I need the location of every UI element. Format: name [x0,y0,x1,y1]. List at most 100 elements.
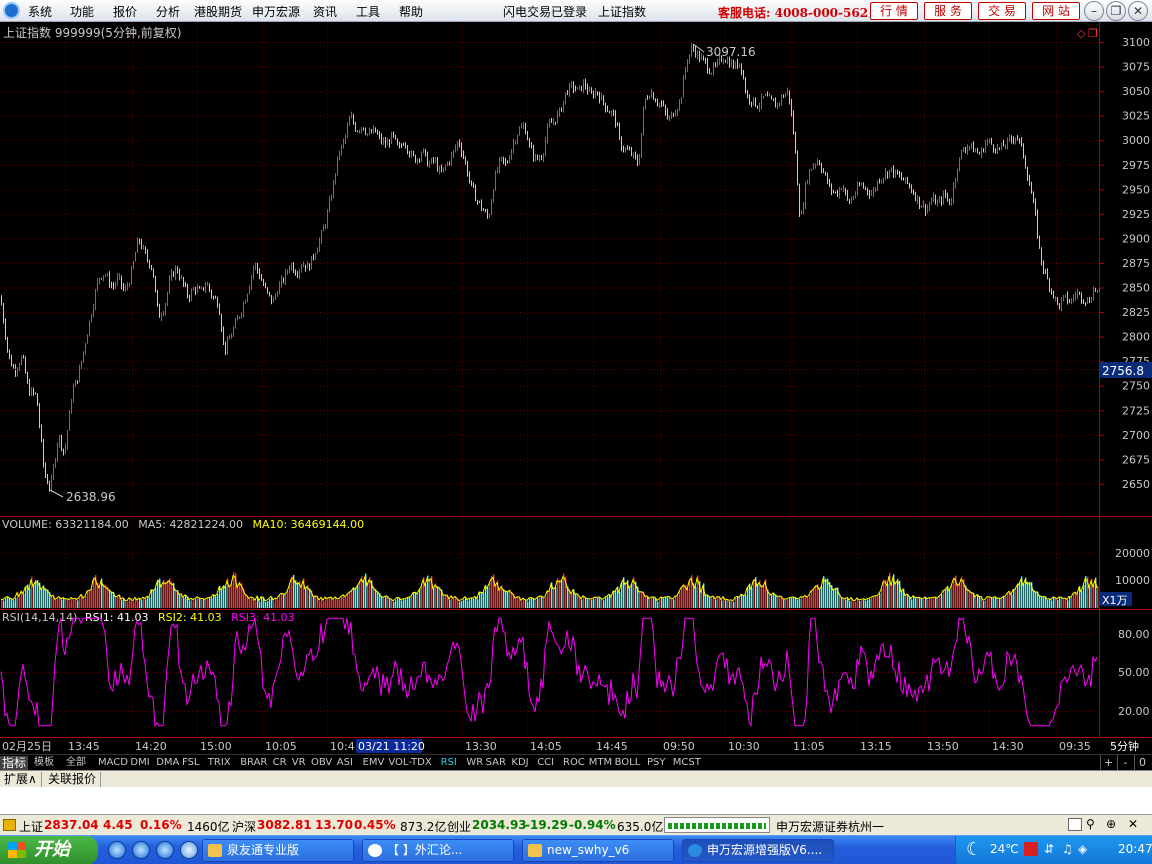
menu-item-news[interactable]: 资讯 [313,3,337,20]
menu-item-function[interactable]: 功能 [70,3,94,20]
high-price-label: 3097.16 [706,45,756,59]
indicator-tab-全部[interactable]: 全部 [64,756,88,770]
broker-name: 申万宏源证券杭州一 [776,820,885,834]
volume-bar [553,587,555,608]
indicator-tab-模板[interactable]: 模板 [32,756,56,770]
price-axis-label: 2800 [1122,331,1150,344]
volume-icon[interactable]: ♫ [1062,842,1073,856]
close-button[interactable]: ✕ [1128,1,1148,21]
window-icon[interactable]: ❐ [1088,27,1098,40]
zoom-out-button[interactable]: - [1117,755,1133,770]
volume-bar [1019,582,1021,608]
menu-item-help[interactable]: 帮助 [399,3,423,20]
indicator-tab-vr[interactable]: VR [290,756,308,770]
indicator-tab-cci[interactable]: CCI [535,756,556,770]
show-desktop-icon[interactable] [180,841,198,859]
indicator-tab-vol-tdx[interactable]: VOL-TDX [386,756,433,770]
tab-website[interactable]: 网 站 [1032,2,1080,20]
task-quanyoutong[interactable]: 泉友通专业版 [202,839,354,862]
volume-bar [807,597,809,608]
indicator-tab-dma[interactable]: DMA [154,756,181,770]
period-label[interactable]: 5分钟 [1110,739,1139,753]
tab-quotes[interactable]: 行 情 [870,2,918,20]
volume-bar [867,599,869,608]
volume-bar [459,601,461,608]
indicator-tab-macd[interactable]: MACD [96,756,130,770]
indicator-tab-trix[interactable]: TRIX [206,756,233,770]
tab-service[interactable]: 服 务 [924,2,972,20]
volume-bar [489,581,491,608]
close-status-icon[interactable]: ✕ [1128,817,1138,831]
indicator-tab-obv[interactable]: OBV [309,756,334,770]
volume-bar [549,590,551,608]
ie-icon-2[interactable] [132,841,150,859]
reset-button[interactable]: 0 [1134,755,1150,770]
volume-bar [5,598,7,608]
antenna-icon[interactable]: ⚲ [1086,817,1095,831]
menu-item-analysis[interactable]: 分析 [156,3,180,20]
connection-meter [664,817,770,833]
zoom-in-button[interactable]: + [1100,755,1116,770]
indicator-tab-psy[interactable]: PSY [645,756,668,770]
volume-bar [353,587,355,608]
antivirus-icon[interactable] [1024,842,1038,856]
indicator-tab-wr[interactable]: WR [464,756,485,770]
panel-toggle-icon[interactable] [1068,818,1082,831]
tab-related-quotes[interactable]: 关联报价 [44,772,102,787]
hs-price[interactable]: 3082.81 [257,818,312,832]
volume-bar [997,599,999,608]
volume-bar [721,600,723,608]
tab-trade[interactable]: 交 易 [978,2,1026,20]
sh-price[interactable]: 2837.04 [44,818,99,832]
browser-icon[interactable] [156,841,174,859]
indicator-tab-sar[interactable]: SAR [484,756,508,770]
pin-icon[interactable]: ⊕ [1106,817,1116,831]
indicator-tab-mtm[interactable]: MTM [587,756,614,770]
indicator-tab-asi[interactable]: ASI [335,756,355,770]
network-icon[interactable]: ⇵ [1044,842,1054,856]
menu-item-tools[interactable]: 工具 [356,3,380,20]
task-swhy-enhanced[interactable]: 申万宏源增强版V6.... [682,839,834,862]
volume-bar [511,592,513,608]
hs-pct: 0.45% [354,818,396,832]
indicator-tab-指标[interactable]: 指标 [0,756,29,770]
volume-bar [1007,593,1009,608]
indicator-tab-brar[interactable]: BRAR [238,756,269,770]
volume-bar [843,598,845,608]
menu-item-quotes[interactable]: 报价 [113,3,137,20]
volume-bar [59,597,61,608]
time-axis-label: 10:30 [728,740,760,753]
volume-bar [969,590,971,608]
menu-item-swhy[interactable]: 申万宏源 [252,3,300,20]
menu-item-system[interactable]: 系统 [28,3,52,20]
current-symbol: 上证指数 [598,5,647,19]
volume-bar [629,586,631,608]
security-icon[interactable]: ◈ [1078,842,1087,856]
indicator-tab-rsi[interactable]: RSI [439,756,459,770]
volume-bar [347,594,349,608]
indicator-tab-cr[interactable]: CR [271,756,289,770]
menu-item-hk-futures[interactable]: 港股期货 [194,3,242,20]
tab-expand[interactable]: 扩展∧ [0,772,42,787]
ie-icon[interactable] [108,841,126,859]
indicator-tab-mcst[interactable]: MCST [671,756,703,770]
minimize-button[interactable]: – [1084,1,1104,21]
start-button[interactable]: 开始 [0,836,98,864]
indicator-tab-emv[interactable]: EMV [361,756,387,770]
indicator-tab-roc[interactable]: ROC [561,756,587,770]
indicator-tab-fsl[interactable]: FSL [180,756,202,770]
cy-price[interactable]: 2034.93 [472,818,527,832]
volume-bar [875,596,877,608]
clock[interactable]: 20:47 [1118,842,1152,856]
task-forex-forum[interactable]: 【 】外汇论... [362,839,514,862]
time-axis-label: 10:05 [265,740,297,753]
indicator-tab-boll[interactable]: BOLL [613,756,643,770]
chart-area[interactable]: 3100 3075 3050 3025 3000 2975 2950 2925 2900 2875… [0,22,1152,754]
task-new-swhy[interactable]: new_swhy_v6 [522,839,674,862]
restore-button[interactable]: ❐ [1106,1,1126,21]
volume-bar [355,588,357,608]
diamond-icon[interactable]: ◇ [1077,27,1086,40]
indicator-tab-dmi[interactable]: DMI [128,756,151,770]
volume-bar [1097,586,1099,608]
indicator-tab-kdj[interactable]: KDJ [509,756,530,770]
